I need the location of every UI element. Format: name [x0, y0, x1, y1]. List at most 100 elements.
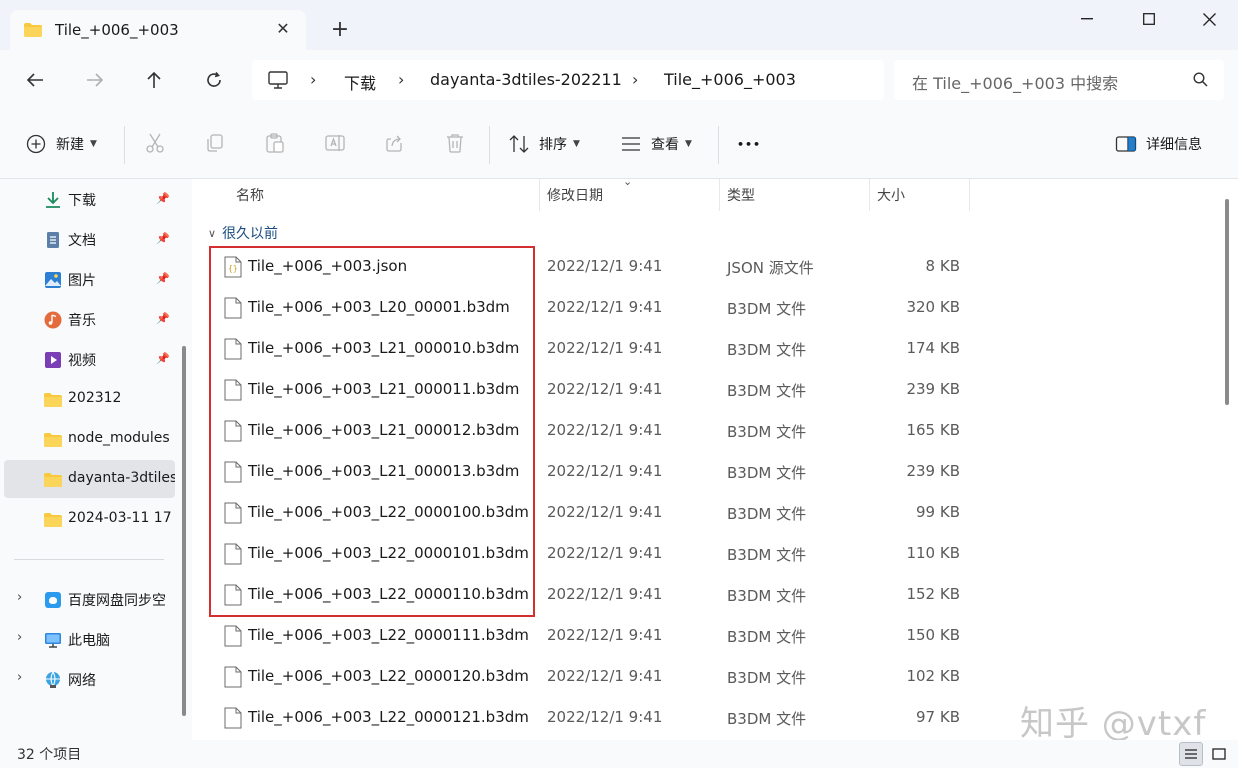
- sidebar-item-music[interactable]: 音乐 📌: [0, 300, 175, 338]
- breadcrumb-current[interactable]: Tile_+006_+003: [664, 70, 796, 89]
- back-button[interactable]: [20, 65, 50, 95]
- column-header-date[interactable]: 修改日期: [547, 179, 603, 211]
- sidebar-item-label: 音乐: [68, 313, 96, 329]
- column-header-name[interactable]: 名称: [236, 179, 264, 211]
- column-header-size[interactable]: 大小: [877, 179, 905, 211]
- sidebar-item-this-pc[interactable]: › 此电脑: [0, 620, 175, 658]
- file-date: 2022/12/1 9:41: [547, 257, 663, 275]
- file-name: Tile_+006_+003_L22_0000120.b3dm: [248, 667, 529, 685]
- more-options-button[interactable]: •••: [737, 132, 761, 156]
- new-tab-button[interactable]: +: [330, 18, 350, 42]
- file-list-scrollbar[interactable]: [1225, 199, 1229, 405]
- file-type: B3DM 文件: [727, 341, 807, 359]
- sidebar-item-pictures[interactable]: 图片 📌: [0, 260, 175, 298]
- sidebar-item-dayanta[interactable]: dayanta-3dtiles: [4, 460, 175, 498]
- file-date: 2022/12/1 9:41: [547, 298, 663, 316]
- column-divider[interactable]: [719, 179, 720, 211]
- file-type: B3DM 文件: [727, 587, 807, 605]
- chevron-right-icon[interactable]: ›: [17, 670, 22, 685]
- sidebar-item-2024-03-11[interactable]: 2024-03-11 17: [0, 500, 175, 538]
- paste-icon[interactable]: [264, 132, 288, 156]
- highlight-box: [209, 246, 535, 617]
- sidebar-item-label: 文档: [68, 233, 96, 249]
- tiles-view-button[interactable]: [1207, 742, 1231, 766]
- file-date: 2022/12/1 9:41: [547, 585, 663, 603]
- up-button[interactable]: [139, 65, 169, 95]
- minimize-button[interactable]: [1070, 8, 1104, 30]
- pin-icon: 📌: [156, 352, 170, 365]
- folder-icon: [44, 513, 62, 527]
- cut-icon[interactable]: [144, 132, 168, 156]
- file-type: B3DM 文件: [727, 505, 807, 523]
- file-row[interactable]: Tile_+006_+003_L22_0000111.b3dm 2022/12/1…: [196, 616, 976, 657]
- details-pane-button[interactable]: 详细信息: [1115, 132, 1202, 156]
- sidebar-item-node-modules[interactable]: node_modules: [0, 420, 175, 458]
- rename-icon[interactable]: [324, 132, 348, 156]
- copy-icon[interactable]: [204, 132, 228, 156]
- breadcrumb-dayanta[interactable]: dayanta-3dtiles-202211: [430, 70, 622, 89]
- file-size: 99 KB: [916, 503, 960, 521]
- sidebar-item-videos[interactable]: 视频 📌: [0, 340, 175, 378]
- address-bar[interactable]: › 下载 › dayanta-3dtiles-202211 › Tile_+00…: [252, 60, 884, 100]
- breadcrumb-separator: ›: [632, 70, 639, 89]
- sidebar-item-label: 图片: [68, 273, 96, 289]
- breadcrumb-separator: ›: [398, 70, 405, 89]
- sidebar-item-network[interactable]: › 网络: [0, 660, 175, 698]
- toolbar-divider: [718, 126, 719, 164]
- details-pane-icon: [1115, 136, 1137, 152]
- file-size: 152 KB: [906, 585, 960, 603]
- sidebar-item-label: node_modules: [68, 430, 170, 446]
- file-size: 174 KB: [906, 339, 960, 357]
- close-window-button[interactable]: [1192, 8, 1226, 30]
- tab-close-button[interactable]: ✕: [274, 19, 292, 39]
- file-row[interactable]: Tile_+006_+003_L22_0000121.b3dm 2022/12/1…: [196, 698, 976, 739]
- sidebar-item-label: 百度网盘同步空: [68, 593, 166, 609]
- pictures-icon: [45, 272, 61, 288]
- sidebar-item-label: 网络: [68, 673, 96, 689]
- column-header-type[interactable]: 类型: [727, 179, 755, 211]
- refresh-button[interactable]: [199, 65, 229, 95]
- sidebar-item-documents[interactable]: 文档 📌: [0, 220, 175, 258]
- column-divider[interactable]: [869, 179, 870, 211]
- column-divider[interactable]: [539, 179, 540, 211]
- file-size: 320 KB: [906, 298, 960, 316]
- command-bar: 新建 ▼ 排序 ▼ 查看 ▼ ••• 详细信息: [0, 110, 1238, 179]
- sidebar-item-baidu-netdisk[interactable]: › 百度网盘同步空: [0, 580, 175, 618]
- file-list: 名称 ⌄ 修改日期 类型 大小 ∨ 很久以前 {} Tile_+006_+003.…: [196, 179, 1238, 740]
- file-size: 97 KB: [916, 708, 960, 726]
- column-divider[interactable]: [969, 179, 970, 211]
- file-type: B3DM 文件: [727, 382, 807, 400]
- breadcrumb-downloads[interactable]: 下载: [344, 70, 376, 94]
- forward-button[interactable]: [80, 65, 110, 95]
- chevron-right-icon[interactable]: ›: [17, 630, 22, 645]
- file-type: B3DM 文件: [727, 628, 807, 646]
- share-icon[interactable]: [384, 132, 408, 156]
- details-label: 详细信息: [1146, 137, 1202, 153]
- sidebar-item-label: 视频: [68, 353, 96, 369]
- view-list-icon: [622, 137, 640, 151]
- maximize-button[interactable]: [1132, 8, 1166, 30]
- file-row[interactable]: Tile_+006_+003_L22_0000120.b3dm 2022/12/1…: [196, 657, 976, 698]
- sidebar-item-202312[interactable]: 202312: [0, 380, 175, 418]
- breadcrumb-separator: ›: [310, 70, 317, 89]
- pin-icon: 📌: [156, 192, 170, 205]
- new-button[interactable]: 新建 ▼: [26, 132, 97, 156]
- group-header[interactable]: ∨ 很久以前: [208, 223, 278, 243]
- file-date: 2022/12/1 9:41: [547, 503, 663, 521]
- delete-icon[interactable]: [444, 132, 468, 156]
- details-view-button[interactable]: [1179, 742, 1203, 766]
- computer-icon: [268, 71, 288, 93]
- sidebar-item-downloads[interactable]: 下载 📌: [0, 180, 175, 218]
- tab-title: Tile_+006_+003: [55, 21, 179, 39]
- sort-indicator-icon: ⌄: [623, 179, 633, 188]
- search-icon[interactable]: [1193, 72, 1208, 91]
- tab-active[interactable]: Tile_+006_+003 ✕: [10, 10, 306, 50]
- chevron-right-icon[interactable]: ›: [17, 590, 22, 605]
- plus-circle-icon: [26, 134, 46, 154]
- sidebar-scrollbar[interactable]: [182, 346, 186, 716]
- search-placeholder: 在 Tile_+006_+003 中搜索: [912, 74, 1119, 93]
- search-box[interactable]: 在 Tile_+006_+003 中搜索: [894, 60, 1224, 100]
- sort-button[interactable]: 排序 ▼: [508, 132, 580, 156]
- chevron-down-icon: ∨: [208, 226, 217, 240]
- view-button[interactable]: 查看 ▼: [620, 132, 692, 156]
